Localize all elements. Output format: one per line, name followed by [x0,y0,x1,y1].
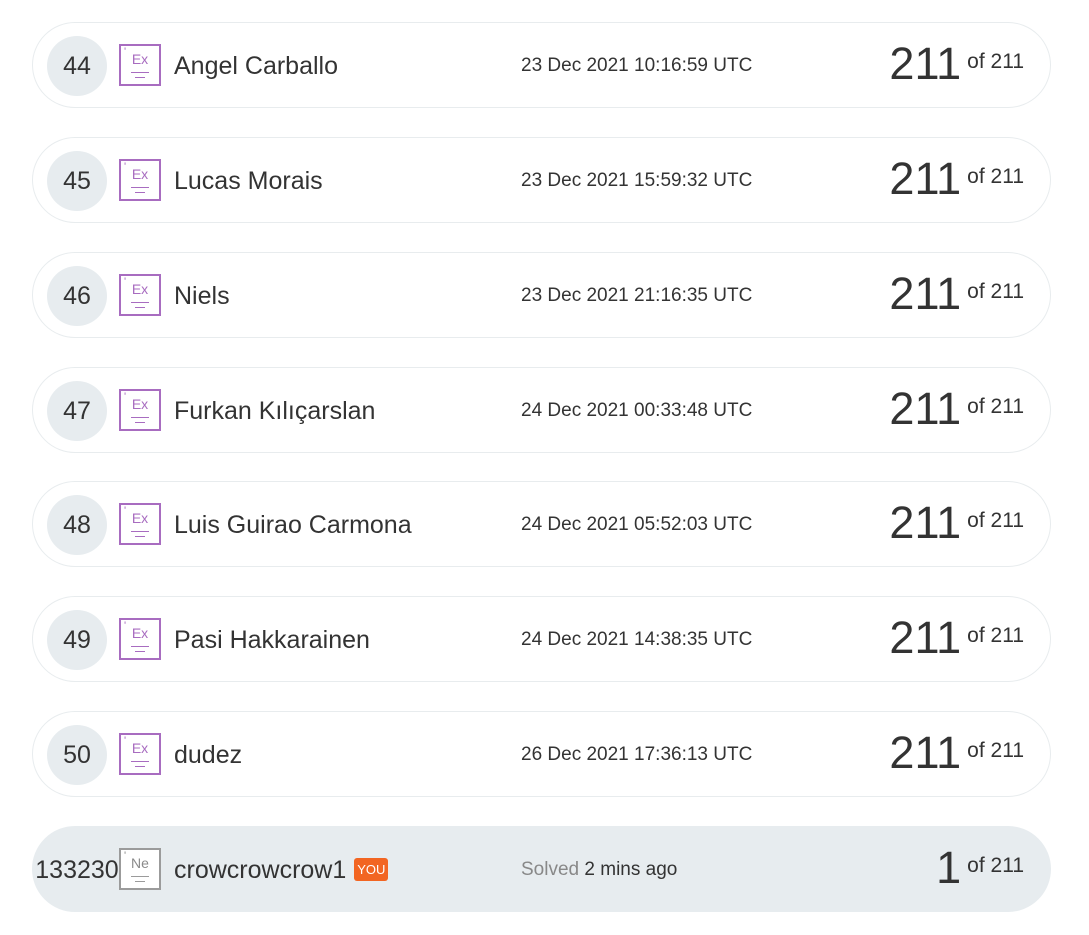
level-badge-icon: ' Ex [119,159,161,201]
completion-date: 23 Dec 2021 15:59:32 UTC [521,170,753,191]
score: 211 of 211 [889,138,1024,224]
leaderboard-row[interactable]: 47 ' Ex Furkan Kılıçarslan 24 Dec 2021 00… [32,367,1051,453]
score-total: of 211 [967,50,1024,73]
level-code: Ex [131,740,149,756]
user-name[interactable]: Lucas Morais [174,138,323,224]
user-name[interactable]: Angel Carballo [174,23,338,109]
rank-number: 49 [47,610,107,670]
score-value: 211 [889,268,962,319]
user-name-cell: crowcrowcrow1 YOU [174,827,389,913]
score: 211 of 211 [889,712,1024,798]
user-name[interactable]: Furkan Kılıçarslan [174,368,375,454]
leaderboard-row[interactable]: 46 ' Ex Niels 23 Dec 2021 21:16:35 UTC 21… [32,252,1051,338]
solved-time: 2 mins ago [584,859,678,880]
level-badge-icon: ' Ex [119,503,161,545]
current-user-row[interactable]: 133230 ' Ne crowcrowcrow1 YOU Solved 2 min… [32,826,1051,912]
level-code: Ex [131,396,149,412]
score-value: 211 [889,153,962,204]
score-total: of 211 [967,280,1024,303]
user-name[interactable]: crowcrowcrow1 [174,856,346,884]
score: 211 of 211 [889,253,1024,339]
score-value: 1 [936,842,962,893]
score-total: of 211 [967,395,1024,418]
completion-date: 24 Dec 2021 00:33:48 UTC [521,400,753,421]
rank-number: 44 [47,36,107,96]
score-total: of 211 [967,165,1024,188]
score-value: 211 [889,727,962,778]
user-name[interactable]: Niels [174,253,230,339]
leaderboard-row[interactable]: 48 ' Ex Luis Guirao Carmona 24 Dec 2021 0… [32,481,1051,567]
solved-label: Solved [521,859,580,880]
score-value: 211 [889,612,962,663]
score: 1 of 211 [936,827,1024,913]
user-name[interactable]: dudez [174,712,242,798]
rank-number: 45 [47,151,107,211]
leaderboard-row[interactable]: 49 ' Ex Pasi Hakkarainen 24 Dec 2021 14:3… [32,596,1051,682]
score: 211 of 211 [889,597,1024,683]
leaderboard-row[interactable]: 50 ' Ex dudez 26 Dec 2021 17:36:13 UTC 21… [32,711,1051,797]
leaderboard-row[interactable]: 45 ' Ex Lucas Morais 23 Dec 2021 15:59:32… [32,137,1051,223]
level-badge-icon: ' Ex [119,618,161,660]
rank-number: 47 [47,381,107,441]
rank-number: 46 [47,266,107,326]
score-total: of 211 [967,509,1024,532]
score-total: of 211 [967,624,1024,647]
level-code: Ex [131,510,149,526]
completion-date: 24 Dec 2021 14:38:35 UTC [521,629,753,650]
score: 211 of 211 [889,368,1024,454]
level-badge-icon: ' Ex [119,389,161,431]
score-value: 211 [889,497,962,548]
level-badge-icon: ' Ne [119,848,161,890]
completion-date: 24 Dec 2021 05:52:03 UTC [521,514,753,535]
level-badge-icon: ' Ex [119,733,161,775]
score: 211 of 211 [889,23,1024,109]
level-code: Ex [131,281,149,297]
leaderboard-row[interactable]: 44 ' Ex Angel Carballo 23 Dec 2021 10:16:… [32,22,1051,108]
solved-status: Solved 2 mins ago [521,827,677,913]
rank-number: 50 [47,725,107,785]
level-code: Ne [131,855,149,871]
score-total: of 211 [967,854,1024,877]
you-badge: YOU [354,857,389,881]
score: 211 of 211 [889,482,1024,568]
completion-date: 26 Dec 2021 17:36:13 UTC [521,744,753,765]
score-total: of 211 [967,739,1024,762]
level-code: Ex [131,625,149,641]
completion-date: 23 Dec 2021 21:16:35 UTC [521,285,753,306]
score-value: 211 [889,38,962,89]
score-value: 211 [889,383,962,434]
level-badge-icon: ' Ex [119,44,161,86]
user-name[interactable]: Luis Guirao Carmona [174,482,412,568]
user-name[interactable]: Pasi Hakkarainen [174,597,370,683]
rank-number: 48 [47,495,107,555]
level-code: Ex [131,166,149,182]
level-code: Ex [131,51,149,67]
level-badge-icon: ' Ex [119,274,161,316]
completion-date: 23 Dec 2021 10:16:59 UTC [521,55,753,76]
rank-number: 133230 [35,856,119,884]
